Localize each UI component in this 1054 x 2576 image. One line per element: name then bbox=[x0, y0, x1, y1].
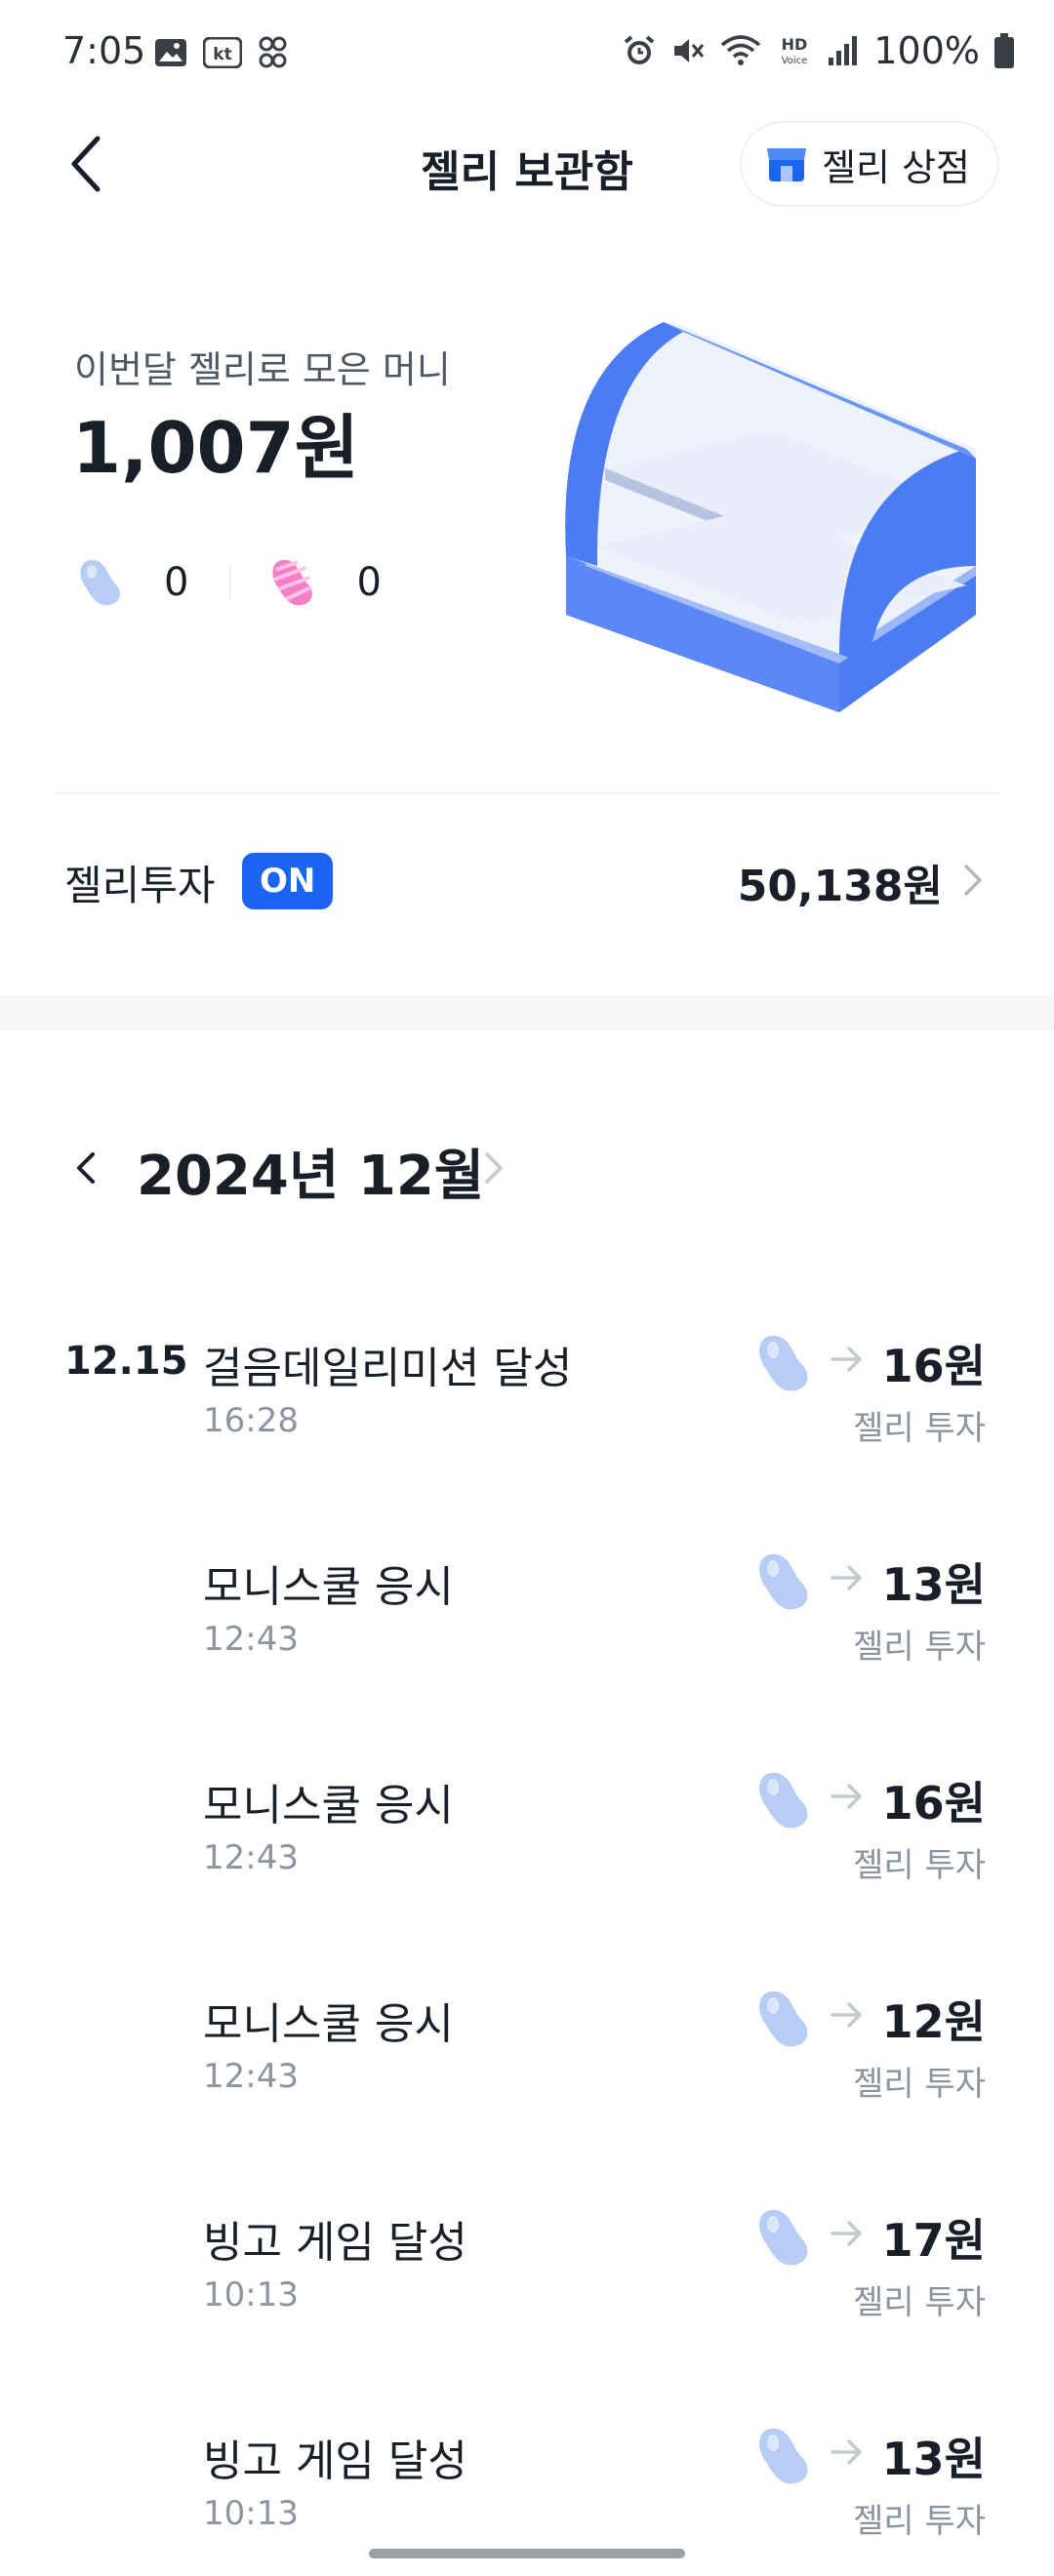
hd-voice-icon: HD Voice bbox=[776, 33, 813, 68]
entry-amount: 13원 bbox=[881, 2433, 986, 2485]
blue-jelly-icon bbox=[759, 1772, 808, 1829]
list-item[interactable]: 모니스쿨 응시 12:43 13원 젤리 투자 bbox=[0, 1538, 1054, 1694]
chevron-right-icon bbox=[485, 1152, 503, 1184]
entry-type: 젤리 투자 bbox=[853, 2283, 986, 2322]
blue-jelly-icon bbox=[759, 2428, 808, 2484]
jelly-invest-row[interactable]: 젤리투자 ON 50,138원 bbox=[0, 839, 1054, 927]
entry-amount: 16원 bbox=[881, 1340, 986, 1392]
entry-time: 10:13 bbox=[203, 2494, 299, 2533]
battery-icon bbox=[993, 32, 1015, 69]
status-time: 7:05 bbox=[62, 29, 146, 72]
arrow-right-icon bbox=[831, 2002, 862, 2028]
wifi-icon bbox=[719, 33, 762, 68]
alarm-icon bbox=[622, 33, 657, 68]
arrow-right-icon bbox=[831, 1565, 862, 1590]
invest-status-badge: ON bbox=[242, 853, 334, 909]
summary-amount: 1,007원 bbox=[72, 407, 359, 489]
store-icon bbox=[767, 148, 807, 181]
arrow-right-icon bbox=[831, 1784, 862, 1809]
kt-icon: kt bbox=[203, 37, 242, 68]
app-header: 젤리 보관함 젤리 상점 bbox=[0, 109, 1054, 219]
voice-label: Voice bbox=[782, 56, 808, 66]
mute-icon bbox=[670, 33, 706, 68]
invest-amount: 50,138원 bbox=[737, 862, 943, 911]
arrow-right-icon bbox=[831, 1347, 862, 1372]
status-right-icons: HD Voice 100% bbox=[622, 29, 1015, 72]
blue-jelly-icon bbox=[759, 1553, 808, 1610]
entry-amount: 12원 bbox=[881, 1995, 986, 2048]
list-item[interactable]: 빙고 게임 달성 10:13 13원 젤리 투자 bbox=[0, 2412, 1054, 2568]
count-divider bbox=[229, 565, 232, 600]
month-navigator: 2024년 12월 bbox=[0, 1122, 1054, 1210]
jelly-showcase-illustration bbox=[565, 322, 976, 712]
status-bar: 7:05 kt HD Voice 100% bbox=[0, 0, 1054, 109]
jelly-store-button[interactable]: 젤리 상점 bbox=[740, 121, 999, 207]
home-indicator[interactable] bbox=[369, 2549, 685, 2558]
entry-title: 모니스쿨 응시 bbox=[203, 1562, 454, 1612]
entry-amount: 16원 bbox=[881, 1777, 986, 1830]
battery-percent: 100% bbox=[873, 29, 980, 72]
list-item[interactable]: 12.15 걸음데일리미션 달성 16:28 16원 젤리 투자 bbox=[0, 1319, 1054, 1475]
entry-time: 12:43 bbox=[203, 2057, 299, 2096]
entry-time: 10:13 bbox=[203, 2275, 299, 2314]
list-item[interactable]: 모니스쿨 응시 12:43 16원 젤리 투자 bbox=[0, 1756, 1054, 1912]
app-icon bbox=[258, 35, 289, 70]
entry-title: 빙고 게임 달성 bbox=[203, 2436, 467, 2486]
blue-jelly-icon bbox=[80, 559, 120, 606]
blue-jelly-count: 0 bbox=[164, 560, 189, 605]
month-title: 2024년 12월 bbox=[137, 1145, 485, 1208]
chevron-left-icon bbox=[77, 1152, 95, 1184]
section-separator-band bbox=[0, 995, 1054, 1030]
entry-type: 젤리 투자 bbox=[853, 1628, 986, 1667]
pink-jelly-count-item: 0 bbox=[268, 556, 382, 609]
entry-title: 빙고 게임 달성 bbox=[203, 2218, 467, 2268]
blue-jelly-count-item: 0 bbox=[76, 556, 188, 609]
entry-date: 12.15 bbox=[64, 1339, 188, 1384]
list-item[interactable]: 모니스쿨 응시 12:43 12원 젤리 투자 bbox=[0, 1975, 1054, 2131]
entry-amount: 13원 bbox=[881, 1558, 986, 1611]
entry-type: 젤리 투자 bbox=[853, 1409, 986, 1448]
entry-title: 걸음데일리미션 달성 bbox=[203, 1344, 573, 1393]
store-button-label: 젤리 상점 bbox=[822, 145, 970, 189]
summary-label: 이번달 젤리로 모은 머니 bbox=[74, 348, 451, 391]
entry-time: 12:43 bbox=[203, 1620, 299, 1659]
gallery-icon bbox=[154, 38, 187, 67]
section-divider bbox=[55, 792, 999, 794]
arrow-right-icon bbox=[831, 2439, 862, 2465]
arrow-right-icon bbox=[831, 2221, 862, 2246]
hd-label: HD bbox=[782, 35, 808, 54]
blue-jelly-icon bbox=[759, 2209, 808, 2266]
jelly-counts: 0 0 bbox=[76, 556, 382, 609]
pink-jelly-count: 0 bbox=[356, 560, 382, 605]
entry-type: 젤리 투자 bbox=[853, 2502, 986, 2541]
entry-time: 12:43 bbox=[203, 1838, 299, 1877]
chevron-right-icon bbox=[964, 865, 982, 896]
signal-icon bbox=[827, 34, 860, 67]
blue-jelly-icon bbox=[759, 1991, 808, 2047]
invest-label: 젤리투자 bbox=[64, 862, 216, 909]
prev-month-button[interactable] bbox=[66, 1144, 105, 1192]
list-item[interactable]: 빙고 게임 달성 10:13 17원 젤리 투자 bbox=[0, 2194, 1054, 2350]
next-month-button[interactable] bbox=[474, 1144, 513, 1192]
entry-title: 모니스쿨 응시 bbox=[203, 1781, 454, 1831]
monthly-summary: 이번달 젤리로 모은 머니 1,007원 0 0 bbox=[0, 254, 1054, 761]
entry-time: 16:28 bbox=[203, 1401, 299, 1440]
kt-label: kt bbox=[213, 45, 231, 64]
status-left-icons: kt bbox=[154, 35, 289, 70]
entry-title: 모니스쿨 응시 bbox=[203, 1999, 454, 2049]
entry-type: 젤리 투자 bbox=[853, 2065, 986, 2104]
entry-amount: 17원 bbox=[881, 2214, 986, 2267]
blue-jelly-icon bbox=[759, 1335, 808, 1391]
pink-jelly-icon bbox=[272, 559, 313, 606]
entry-type: 젤리 투자 bbox=[853, 1846, 986, 1885]
